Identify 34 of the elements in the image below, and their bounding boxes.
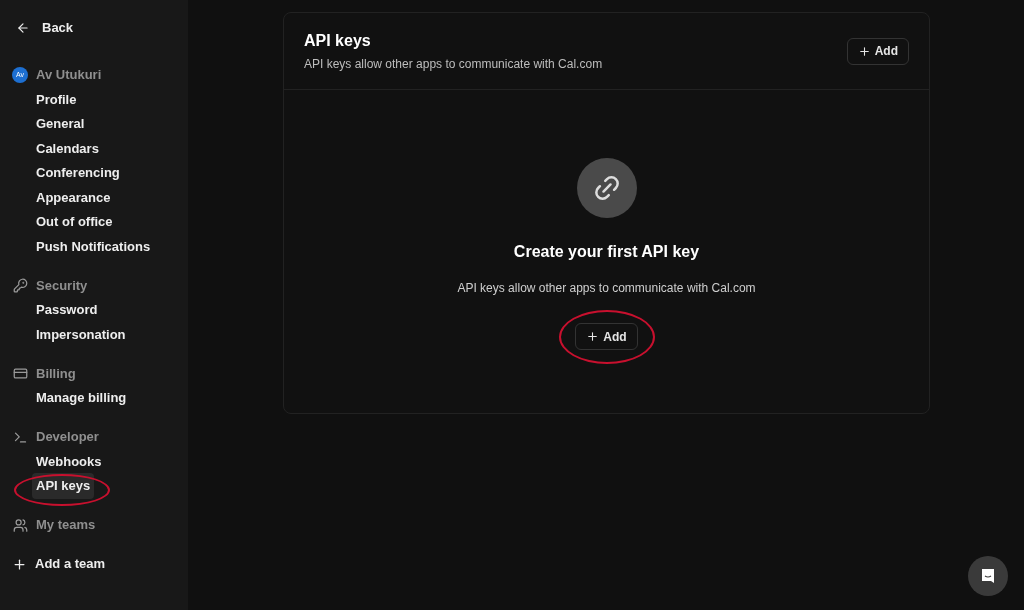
sidebar-item[interactable]: Push Notifications xyxy=(32,233,155,259)
sidebar-item[interactable]: Out of office xyxy=(32,209,117,235)
sidebar-item[interactable]: Appearance xyxy=(32,184,115,210)
section-title: Av Utukuri xyxy=(36,66,102,85)
card-title: API keys xyxy=(304,31,372,51)
sidebar-item[interactable]: Impersonation xyxy=(32,321,130,347)
back-button[interactable]: Back xyxy=(12,18,176,38)
terminal-icon xyxy=(12,429,28,445)
card-subtitle: API keys allow other apps to communicate with Cal.com xyxy=(304,56,603,73)
add-button[interactable]: Add xyxy=(846,37,909,65)
section-title: Billing xyxy=(36,364,76,383)
section-title: My teams xyxy=(36,516,96,535)
sidebar-item[interactable]: Calendars xyxy=(32,135,103,161)
add-team-button[interactable]: Add a team xyxy=(12,552,176,576)
users-icon xyxy=(12,517,28,533)
empty-heading: Create your first API key xyxy=(513,242,700,262)
plus-icon xyxy=(586,330,600,343)
section-title: Security xyxy=(36,276,88,295)
empty-text: API keys allow other apps to communicate with Cal.com xyxy=(457,280,756,297)
chat-button[interactable] xyxy=(968,556,1008,596)
add-button[interactable]: Add xyxy=(575,323,638,350)
sidebar-item[interactable]: General xyxy=(32,111,89,137)
sidebar-item[interactable]: Webhooks xyxy=(32,448,106,474)
sidebar-item[interactable]: Manage billing xyxy=(32,385,131,411)
card-icon xyxy=(12,366,28,381)
chat-icon xyxy=(980,568,996,584)
sidebar-item[interactable]: Password xyxy=(32,297,102,323)
key-icon xyxy=(12,278,28,293)
plus-icon xyxy=(857,44,871,58)
sidebar-item[interactable]: Profile xyxy=(32,86,81,112)
section-title: Developer xyxy=(36,428,99,447)
sidebar-item[interactable]: API keys xyxy=(32,473,95,499)
plus-icon xyxy=(12,556,27,572)
sidebar-item[interactable]: Conferencing xyxy=(32,160,124,186)
